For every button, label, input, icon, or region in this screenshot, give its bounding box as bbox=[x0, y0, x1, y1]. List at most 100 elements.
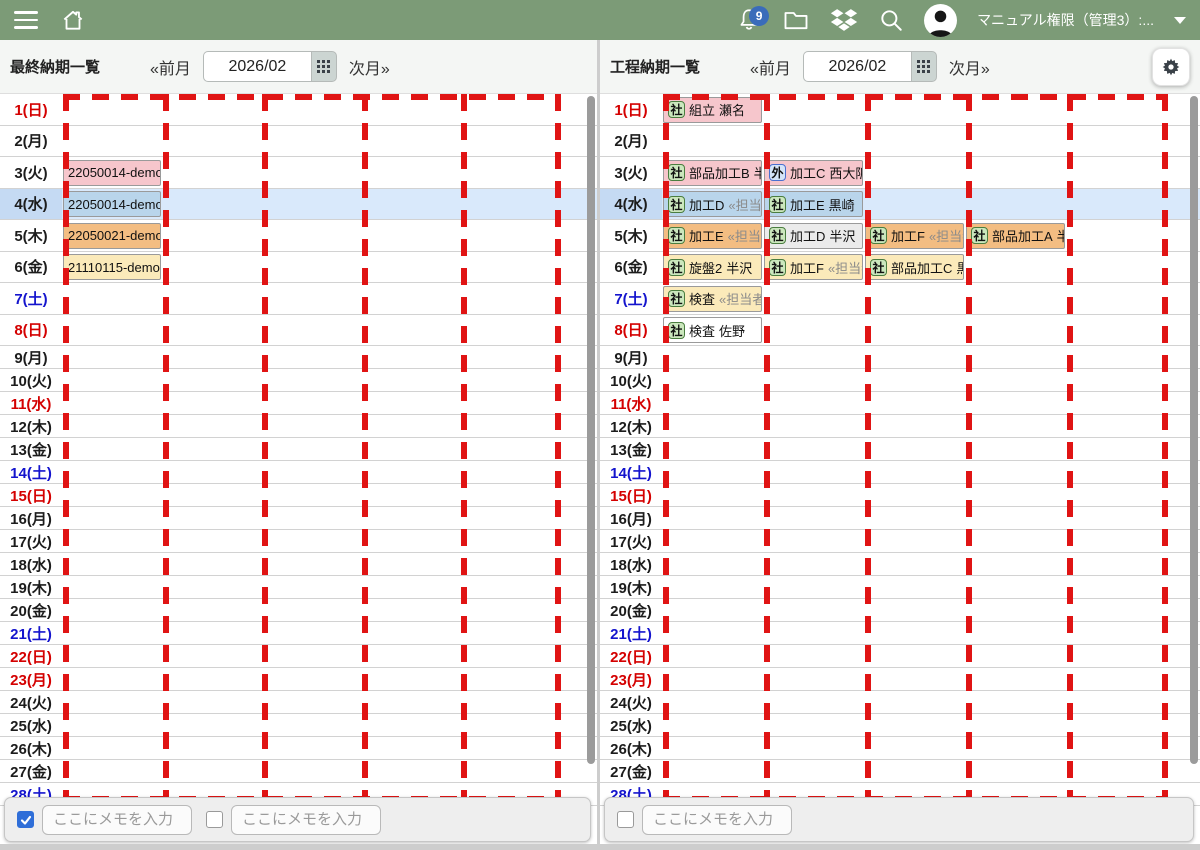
event-chip[interactable]: 社加工D«担当者A» bbox=[663, 191, 762, 217]
event-chip[interactable]: 社加工F«担当者A» bbox=[764, 254, 863, 280]
day-row[interactable]: 5(木)社加工E«担当者A»社加工D半沢社加工F«担当者A»社部品加工A半沢 bbox=[600, 220, 1200, 252]
day-row[interactable]: 2(月) bbox=[600, 126, 1200, 158]
day-row[interactable]: 16(月) bbox=[600, 507, 1200, 530]
home-icon[interactable] bbox=[60, 7, 86, 33]
event-chip[interactable]: 社加工E«担当者A» bbox=[663, 223, 762, 249]
day-row-content[interactable] bbox=[62, 346, 597, 368]
day-row[interactable]: 4(水)社加工D«担当者A»社加工E黒崎 bbox=[600, 189, 1200, 221]
day-row-content[interactable]: 社加工E«担当者A»社加工D半沢社加工F«担当者A»社部品加工A半沢 bbox=[662, 220, 1200, 251]
folder-icon[interactable] bbox=[782, 7, 810, 33]
event-chip[interactable]: 社検査«担当者A» bbox=[663, 286, 762, 312]
memo-checkbox[interactable] bbox=[617, 811, 634, 828]
day-row[interactable]: 6(金)社旋盤2半沢社加工F«担当者A»社部品加工C黒崎 bbox=[600, 252, 1200, 284]
event-chip[interactable]: 社加工E黒崎 bbox=[764, 191, 863, 217]
day-row-content[interactable] bbox=[662, 645, 1200, 667]
day-row-content[interactable] bbox=[62, 691, 597, 713]
day-row[interactable]: 25(水) bbox=[600, 714, 1200, 737]
event-chip[interactable]: 社部品加工C黒崎 bbox=[865, 254, 964, 280]
event-chip[interactable]: 社検査佐野 bbox=[663, 317, 762, 343]
day-row[interactable]: 1(日)社組立瀬名 bbox=[600, 94, 1200, 126]
day-row[interactable]: 11(水) bbox=[600, 392, 1200, 415]
day-row[interactable]: 5(木)22050021-demo 1 bbox=[0, 220, 597, 252]
day-row[interactable]: 14(土) bbox=[600, 461, 1200, 484]
day-row-content[interactable] bbox=[662, 760, 1200, 782]
scrollbar[interactable] bbox=[1190, 96, 1198, 764]
memo-input[interactable] bbox=[231, 805, 381, 835]
day-row[interactable]: 12(木) bbox=[0, 415, 597, 438]
day-row-content[interactable]: 社検査«担当者A» bbox=[662, 283, 1200, 314]
memo-input[interactable] bbox=[42, 805, 192, 835]
event-chip[interactable]: 21110115-demo 1 bbox=[63, 254, 161, 280]
day-row-content[interactable] bbox=[662, 346, 1200, 368]
event-chip[interactable]: 22050021-demo 1 bbox=[63, 223, 161, 249]
day-row-content[interactable] bbox=[662, 737, 1200, 759]
day-row[interactable]: 9(月) bbox=[0, 346, 597, 369]
day-row[interactable]: 1(日) bbox=[0, 94, 597, 126]
day-row-content[interactable] bbox=[62, 645, 597, 667]
day-row-content[interactable]: 社組立瀬名 bbox=[662, 94, 1200, 125]
day-row[interactable]: 7(土)社検査«担当者A» bbox=[600, 283, 1200, 315]
menu-icon[interactable] bbox=[14, 11, 38, 29]
day-row[interactable]: 15(日) bbox=[600, 484, 1200, 507]
day-row[interactable]: 20(金) bbox=[0, 599, 597, 622]
day-row-content[interactable] bbox=[62, 94, 597, 125]
day-row-content[interactable] bbox=[662, 461, 1200, 483]
day-row[interactable]: 4(水)22050014-demo 1 bbox=[0, 189, 597, 221]
search-icon[interactable] bbox=[878, 7, 904, 33]
day-row-content[interactable] bbox=[62, 599, 597, 621]
event-chip[interactable]: 社加工F«担当者A» bbox=[865, 223, 964, 249]
day-row-content[interactable] bbox=[62, 283, 597, 314]
day-row[interactable]: 23(月) bbox=[600, 668, 1200, 691]
day-row-content[interactable] bbox=[62, 553, 597, 575]
next-month-button[interactable]: 次月» bbox=[949, 55, 990, 79]
event-chip[interactable]: 社旋盤2半沢 bbox=[663, 254, 762, 280]
day-row-content[interactable] bbox=[62, 737, 597, 759]
day-row[interactable]: 26(木) bbox=[0, 737, 597, 760]
day-row[interactable]: 21(土) bbox=[600, 622, 1200, 645]
day-row[interactable]: 25(水) bbox=[0, 714, 597, 737]
day-row[interactable]: 22(日) bbox=[0, 645, 597, 668]
day-row[interactable]: 26(木) bbox=[600, 737, 1200, 760]
calendar-picker-icon[interactable] bbox=[311, 51, 337, 82]
day-row-content[interactable]: 22050021-demo 1 bbox=[62, 220, 597, 251]
day-row[interactable]: 13(金) bbox=[0, 438, 597, 461]
memo-input[interactable] bbox=[642, 805, 792, 835]
avatar[interactable] bbox=[924, 4, 957, 37]
event-chip[interactable]: 社部品加工B半沢 bbox=[663, 160, 762, 186]
day-row-content[interactable] bbox=[62, 438, 597, 460]
day-row-content[interactable] bbox=[662, 369, 1200, 391]
event-chip[interactable]: 社部品加工A半沢 bbox=[966, 223, 1065, 249]
day-row[interactable]: 18(水) bbox=[600, 553, 1200, 576]
day-row-content[interactable] bbox=[662, 714, 1200, 736]
prev-month-button[interactable]: «前月 bbox=[150, 55, 191, 79]
day-row[interactable]: 13(金) bbox=[600, 438, 1200, 461]
day-row-content[interactable] bbox=[62, 392, 597, 414]
day-row-content[interactable] bbox=[662, 484, 1200, 506]
day-row-content[interactable] bbox=[62, 461, 597, 483]
day-row[interactable]: 12(木) bbox=[600, 415, 1200, 438]
day-row-content[interactable] bbox=[62, 415, 597, 437]
bell-icon[interactable]: 9 bbox=[736, 7, 762, 33]
day-row[interactable]: 9(月) bbox=[600, 346, 1200, 369]
day-row[interactable]: 27(金) bbox=[0, 760, 597, 783]
day-row-content[interactable] bbox=[62, 315, 597, 346]
day-row-content[interactable] bbox=[662, 599, 1200, 621]
calendar-picker-icon[interactable] bbox=[911, 51, 937, 82]
day-row[interactable]: 20(金) bbox=[600, 599, 1200, 622]
dropbox-icon[interactable] bbox=[830, 8, 858, 32]
day-row[interactable]: 10(火) bbox=[600, 369, 1200, 392]
day-row[interactable]: 24(火) bbox=[600, 691, 1200, 714]
caret-down-icon[interactable] bbox=[1174, 17, 1186, 24]
day-row-content[interactable]: 社部品加工B半沢外加工C西大阪 bbox=[662, 157, 1200, 188]
day-row[interactable]: 6(金)21110115-demo 1 bbox=[0, 252, 597, 284]
day-row-content[interactable]: 社旋盤2半沢社加工F«担当者A»社部品加工C黒崎 bbox=[662, 252, 1200, 283]
memo-checkbox[interactable] bbox=[206, 811, 223, 828]
day-row-content[interactable] bbox=[662, 438, 1200, 460]
day-row-content[interactable] bbox=[62, 668, 597, 690]
day-row-content[interactable] bbox=[662, 553, 1200, 575]
event-chip[interactable]: 22050014-demo 1 bbox=[63, 160, 161, 186]
day-row[interactable]: 27(金) bbox=[600, 760, 1200, 783]
day-row[interactable]: 22(日) bbox=[600, 645, 1200, 668]
day-row-content[interactable]: 社検査佐野 bbox=[662, 315, 1200, 346]
day-row-content[interactable] bbox=[62, 484, 597, 506]
